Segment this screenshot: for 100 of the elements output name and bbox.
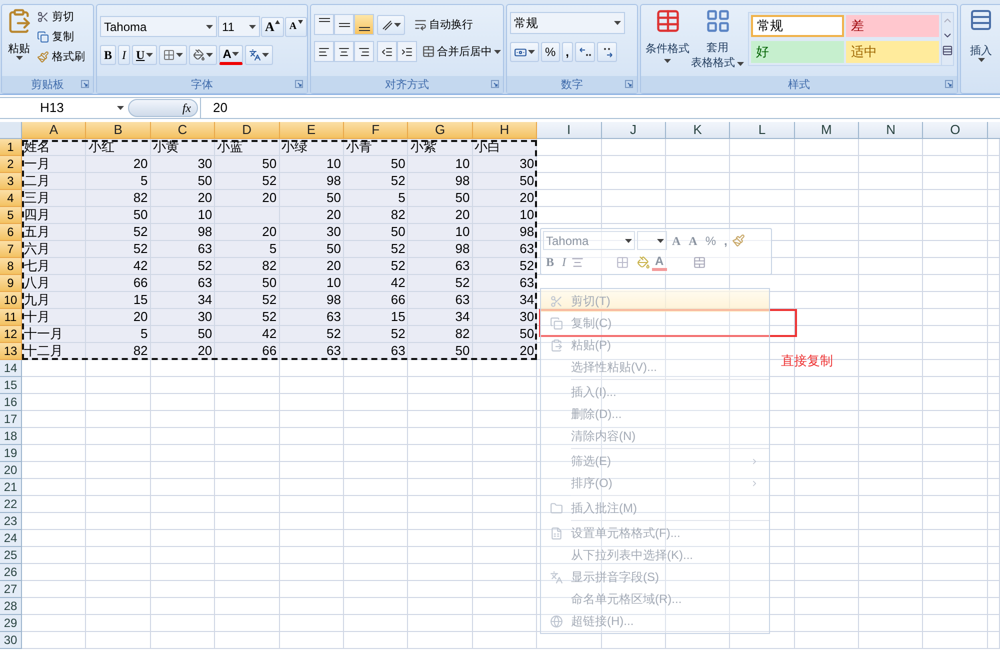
table-cell: 63 [150, 241, 216, 258]
table-cell: 34 [472, 292, 538, 309]
cut-button[interactable]: 剪切 [37, 8, 85, 26]
grow-font-button[interactable]: A [261, 16, 284, 36]
column-header[interactable]: K [666, 122, 730, 139]
table-cell: 20 [150, 190, 216, 207]
table-cell: 20 [215, 224, 280, 241]
insert-function-button[interactable]: fx [182, 101, 191, 115]
table-cell: 小黄 [150, 139, 216, 156]
row-header[interactable]: 24 [0, 530, 22, 547]
table-cell: 六月 [22, 241, 86, 258]
column-header[interactable]: E [280, 122, 344, 139]
table-cell: 50 [472, 326, 538, 343]
column-header[interactable]: G [408, 122, 473, 139]
row-header[interactable]: 11 [0, 309, 22, 326]
row-header[interactable]: 14 [0, 360, 22, 377]
format-painter-button[interactable]: 格式刷 [37, 48, 85, 66]
column-header[interactable]: C [150, 122, 216, 139]
name-box[interactable]: H13 [0, 98, 128, 118]
table-format-button[interactable]: 套用 表格格式 [691, 8, 744, 76]
formula-field[interactable]: 20 [200, 98, 1000, 118]
row-header[interactable]: 3 [0, 173, 22, 190]
table-cell: 20 [280, 207, 344, 224]
formula-bar-splitter[interactable]: fx [128, 99, 198, 117]
row-header[interactable]: 7 [0, 241, 22, 258]
cell-style-swatch[interactable]: 常规 [751, 15, 844, 37]
column-header[interactable]: J [602, 122, 666, 139]
column-header[interactable]: L [730, 122, 795, 139]
underline-button[interactable]: U [132, 45, 157, 65]
row-header[interactable]: 10 [0, 292, 22, 309]
row-header[interactable]: 20 [0, 462, 22, 479]
table-cell: 52 [344, 258, 408, 275]
row-header[interactable]: 21 [0, 479, 22, 496]
column-header[interactable]: M [794, 122, 860, 139]
bold-button[interactable]: B [100, 45, 116, 65]
row-header[interactable]: 28 [0, 598, 22, 615]
column-header[interactable]: A [22, 122, 86, 139]
column-header[interactable]: D [215, 122, 280, 139]
table-cell: 50 [408, 343, 473, 360]
table-cell: 63 [344, 343, 408, 360]
column-header[interactable]: H [472, 122, 538, 139]
row-header[interactable]: 15 [0, 377, 22, 394]
row-header[interactable]: 25 [0, 547, 22, 564]
table-cell: 34 [408, 309, 473, 326]
column-header[interactable]: N [859, 122, 924, 139]
table-cell: 66 [215, 343, 280, 360]
table-cell: 82 [215, 258, 280, 275]
table-cell: 50 [280, 241, 344, 258]
row-header[interactable]: 6 [0, 224, 22, 241]
percent-button[interactable]: % [541, 42, 560, 62]
group-title: 样式 [788, 78, 810, 92]
row-header[interactable]: 16 [0, 394, 22, 411]
column-header[interactable]: I [537, 122, 602, 139]
table-cell: 十二月 [22, 343, 86, 360]
table-cell: 52 [344, 326, 408, 343]
table-cell: 50 [344, 224, 408, 241]
table-cell: 50 [150, 173, 216, 190]
row-header[interactable]: 26 [0, 564, 22, 581]
row-header[interactable]: 18 [0, 428, 22, 445]
row-header[interactable]: 19 [0, 445, 22, 462]
row-header[interactable]: 22 [0, 496, 22, 513]
row-header[interactable]: 29 [0, 615, 22, 632]
column-header[interactable]: B [86, 122, 151, 139]
row-header[interactable]: 23 [0, 513, 22, 530]
cell-style-swatch[interactable]: 适中 [846, 40, 939, 62]
shrink-font-button[interactable]: A [285, 16, 307, 36]
row-header[interactable]: 9 [0, 275, 22, 292]
paste-button[interactable]: 粘贴 [5, 8, 33, 76]
row-header[interactable]: 13 [0, 343, 22, 360]
table-cell: 66 [86, 275, 151, 292]
table-cell: 三月 [22, 190, 86, 207]
group-title: 对齐方式 [385, 78, 429, 92]
font-color-button[interactable]: A [218, 45, 244, 65]
copy-button[interactable]: 复制 [37, 28, 85, 46]
table-cell: 10 [408, 224, 473, 241]
number-format-field[interactable]: 常规 [510, 12, 625, 34]
row-header[interactable]: 30 [0, 632, 22, 649]
comma-button[interactable]: , [562, 42, 574, 62]
font-name-field[interactable]: Tahoma [100, 16, 217, 37]
column-header[interactable]: O [923, 122, 988, 139]
merge-center-button[interactable]: 合并后居中 [422, 42, 501, 62]
insert-button[interactable]: 插入 [961, 8, 1000, 62]
wrap-text-button[interactable]: 自动换行 [414, 14, 473, 34]
conditional-format-button[interactable]: 条件格式 [644, 8, 691, 76]
row-header[interactable]: 5 [0, 207, 22, 224]
row-header[interactable]: 4 [0, 190, 22, 207]
row-header[interactable]: 2 [0, 156, 22, 173]
row-header[interactable]: 27 [0, 581, 22, 598]
cell-style-swatch[interactable]: 差 [846, 15, 939, 37]
table-cell: 30 [472, 309, 538, 326]
font-size-field[interactable]: 11 [218, 16, 260, 37]
italic-button[interactable]: I [118, 45, 130, 65]
column-header[interactable]: F [344, 122, 408, 139]
row-header[interactable]: 1 [0, 139, 22, 156]
table-cell: 30 [150, 156, 216, 173]
row-header[interactable]: 12 [0, 326, 22, 343]
row-header[interactable]: 17 [0, 411, 22, 428]
cell-style-swatch[interactable]: 好 [751, 40, 844, 62]
table-cell: 52 [215, 292, 280, 309]
row-header[interactable]: 8 [0, 258, 22, 275]
